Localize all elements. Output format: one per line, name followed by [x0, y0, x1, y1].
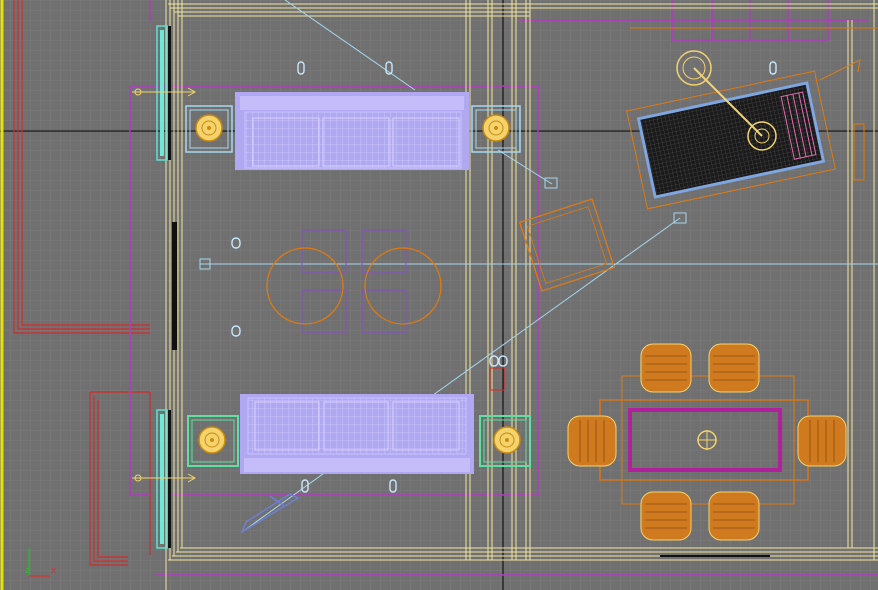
scene-canvas[interactable] [0, 0, 878, 590]
axis-label-x: x [51, 566, 57, 576]
dining-chair-5 [567, 415, 617, 467]
axis-label-z: z [25, 566, 30, 576]
dining-chair-1 [640, 343, 692, 393]
viewport-top[interactable]: z x [0, 0, 878, 590]
sofa-top[interactable] [235, 92, 469, 170]
dining-chair-2 [708, 343, 760, 393]
sofa-bottom[interactable] [240, 394, 474, 474]
door-left-middle [172, 222, 177, 350]
dining-chair-4 [708, 491, 760, 541]
dining-chair-3 [640, 491, 692, 541]
dining-chair-6 [797, 415, 847, 467]
